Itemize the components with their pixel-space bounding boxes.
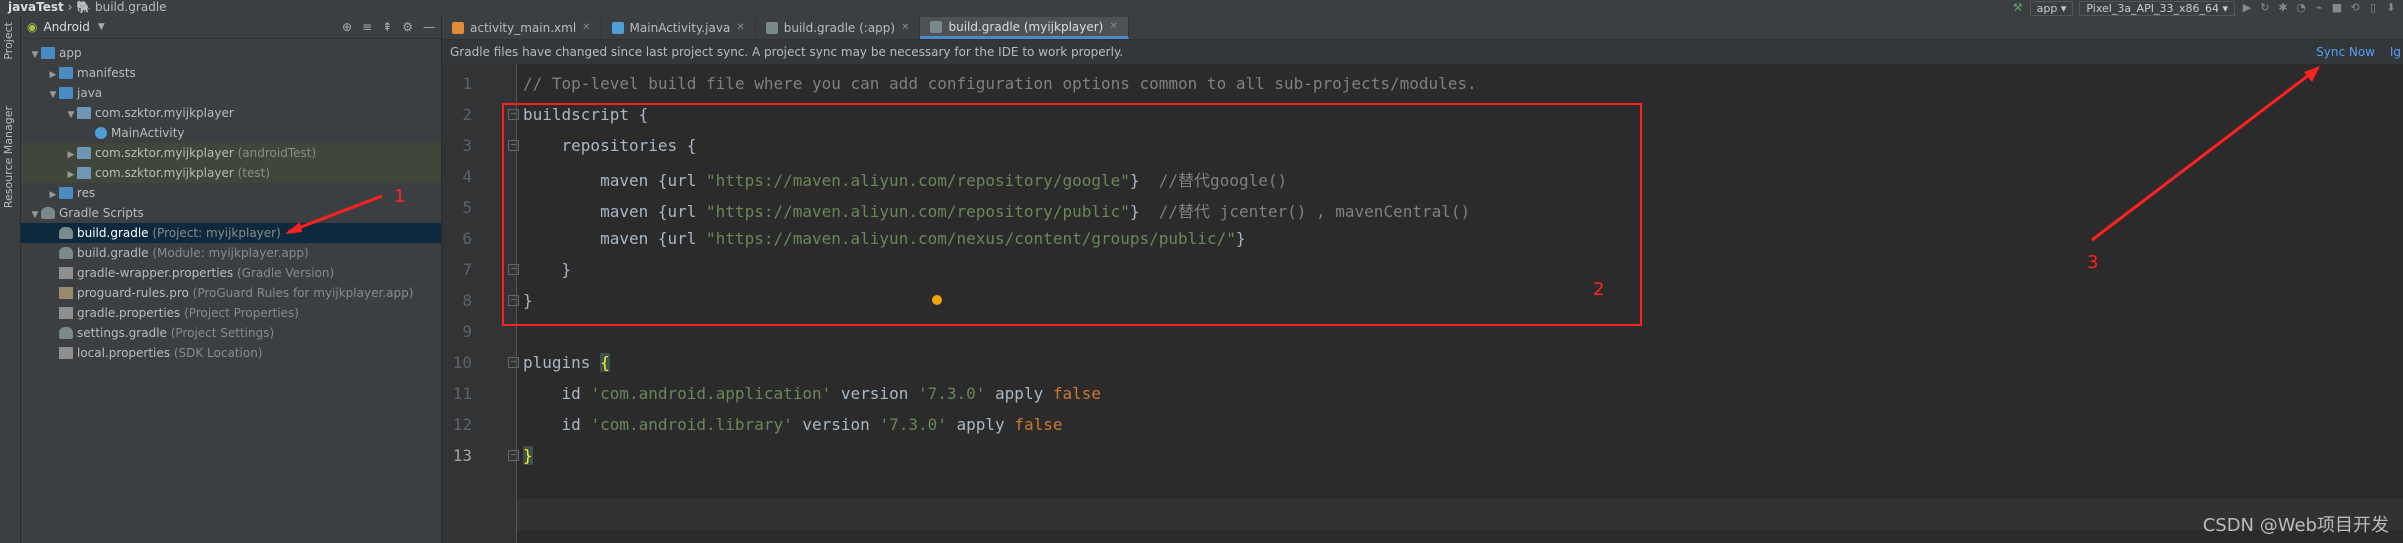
annotation-arrow-3	[2091, 66, 2319, 242]
annotation-label-2: 2	[1593, 279, 1605, 300]
annotation-label-1: 1	[394, 186, 406, 207]
annotation-arrows	[285, 66, 2320, 242]
annotation-arrowhead-3	[2304, 66, 2320, 82]
annotation-arrow-1	[287, 194, 383, 234]
watermark: CSDN @Web项目开发	[2202, 515, 2389, 536]
annotation-label-3: 3	[2087, 252, 2099, 273]
annotation-arrowhead-1	[285, 222, 302, 234]
